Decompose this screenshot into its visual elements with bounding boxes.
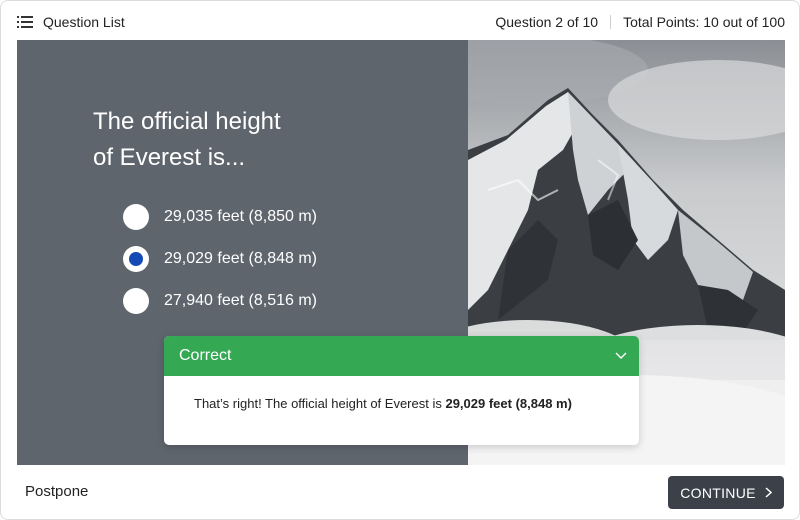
feedback-text: That’s right! The official height of Eve… xyxy=(194,396,446,411)
question-progress: Question 2 of 10 xyxy=(495,14,599,30)
feedback-header[interactable]: Correct xyxy=(164,336,639,376)
postpone-button[interactable]: Postpone xyxy=(25,483,88,500)
divider xyxy=(610,15,612,29)
continue-label: CONTINUE xyxy=(680,484,756,501)
quiz-window: Question List Question 2 of 10 Total Poi… xyxy=(0,0,800,520)
radio-button[interactable] xyxy=(123,204,149,230)
answer-label: 29,035 feet (8,850 m) xyxy=(164,208,317,225)
chevron-down-icon[interactable] xyxy=(615,352,627,360)
chevron-right-icon xyxy=(765,487,772,498)
total-points: Total Points: 10 out of 100 xyxy=(623,14,785,30)
question-line-1: The official height xyxy=(93,108,281,135)
answer-option-1[interactable]: 29,035 feet (8,850 m) xyxy=(123,204,317,230)
question-text: The official height of Everest is... xyxy=(93,104,393,176)
list-icon xyxy=(17,16,33,28)
answer-options: 29,035 feet (8,850 m) 29,029 feet (8,848… xyxy=(123,204,317,330)
answer-label: 27,940 feet (8,516 m) xyxy=(164,292,317,309)
answer-label: 29,029 feet (8,848 m) xyxy=(164,250,317,267)
question-list-button[interactable]: Question List xyxy=(17,12,125,32)
radio-button[interactable] xyxy=(123,288,149,314)
radio-button-selected[interactable] xyxy=(123,246,149,272)
continue-button[interactable]: CONTINUE xyxy=(668,476,784,509)
question-list-label: Question List xyxy=(43,14,125,30)
answer-option-2[interactable]: 29,029 feet (8,848 m) xyxy=(123,246,317,272)
answer-option-3[interactable]: 27,940 feet (8,516 m) xyxy=(123,288,317,314)
feedback-message: That’s right! The official height of Eve… xyxy=(164,376,639,411)
feedback-title: Correct xyxy=(179,347,232,364)
top-bar: Question List Question 2 of 10 Total Poi… xyxy=(1,1,799,41)
question-line-2: of Everest is... xyxy=(93,144,246,171)
progress-info: Question 2 of 10 Total Points: 10 out of… xyxy=(495,12,785,32)
feedback-card: Correct That’s right! The official heigh… xyxy=(164,336,639,445)
feedback-answer: 29,029 feet (8,848 m) xyxy=(445,396,572,411)
